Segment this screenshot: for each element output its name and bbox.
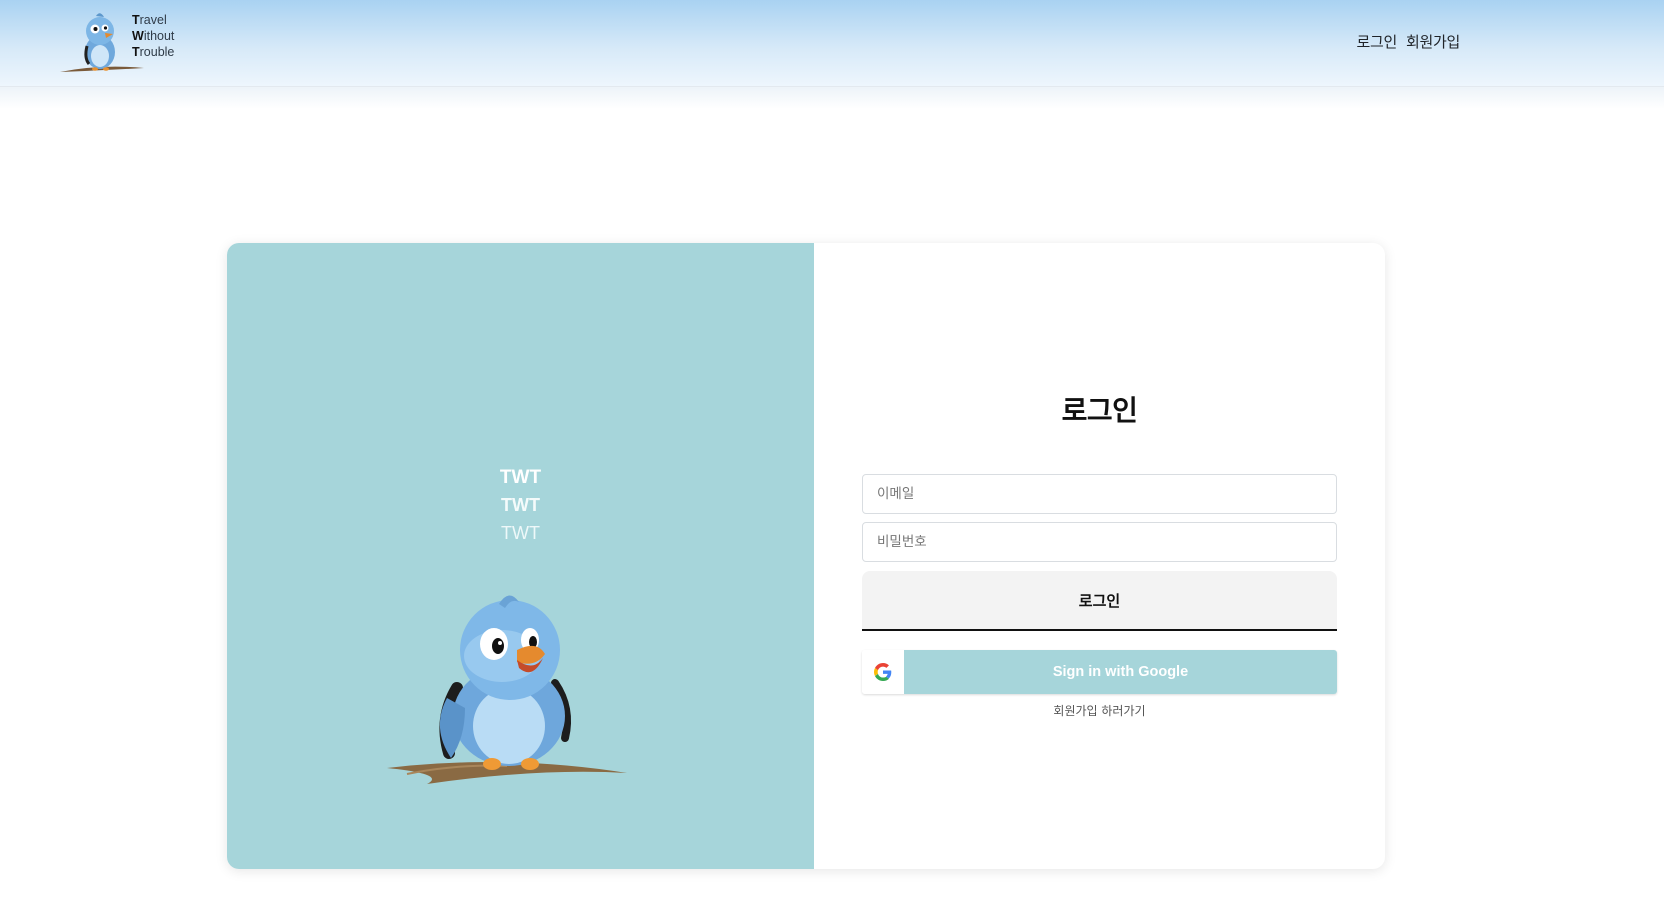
logo-line-3: Trouble [132, 45, 175, 59]
logo-wordmark: Travel Without Trouble [132, 12, 174, 60]
signup-link[interactable]: 회원가입 하러가기 [814, 702, 1385, 719]
nav-login-link[interactable]: 로그인 [1356, 31, 1397, 52]
google-signin-label: Sign in with Google [904, 650, 1337, 694]
logo-line-2: Without [132, 29, 175, 43]
logo-line-1: Travel [132, 13, 167, 27]
email-input[interactable] [862, 474, 1337, 514]
password-input[interactable] [862, 522, 1337, 562]
google-signin-button[interactable]: Sign in with Google [862, 650, 1337, 694]
header-shadow [0, 87, 1664, 109]
nav-signup-link[interactable]: 회원가입 [1406, 31, 1460, 52]
login-card: TWT TWT TWT 로그인 이메일 로그인 Sign in with Goo… [227, 243, 1385, 869]
bluebird-mascot-illustration [387, 595, 627, 784]
google-g-icon [874, 663, 892, 681]
hero-panel: TWT TWT TWT [227, 243, 814, 869]
top-header: Travel Without Trouble 로그인 회원가입 [0, 0, 1664, 87]
site-logo[interactable]: Travel Without Trouble [60, 6, 190, 78]
header-nav: 로그인 회원가입 [1356, 31, 1460, 52]
google-icon-box [862, 650, 904, 694]
hero-text-2: TWT [501, 495, 540, 515]
login-form-panel: 로그인 로그인 Sign in with Google 회원가입 하러가기 [814, 243, 1385, 869]
hero-text-1: TWT [499, 467, 542, 488]
login-title: 로그인 [1061, 394, 1138, 427]
hero-text-3: TWT [501, 523, 540, 543]
login-button[interactable]: 로그인 [862, 571, 1337, 631]
